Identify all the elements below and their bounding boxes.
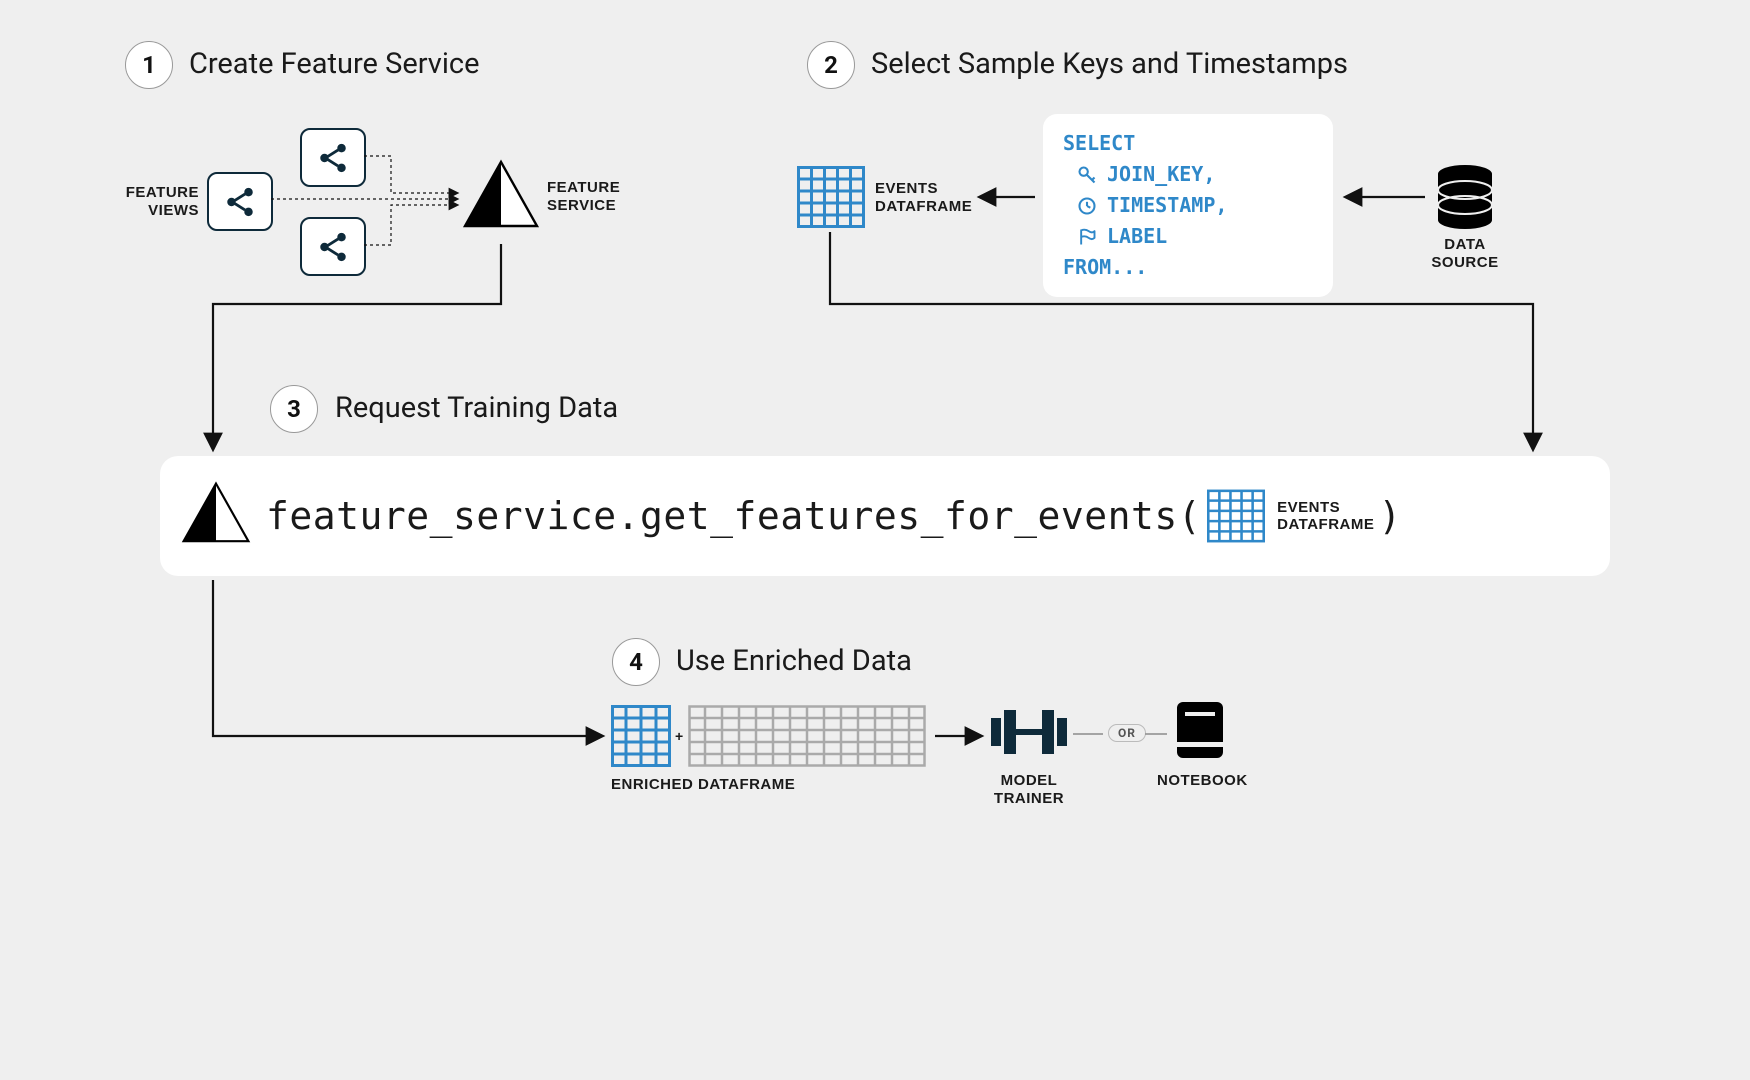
sql-from-line: FROM... <box>1063 252 1313 283</box>
step-1-number: 1 <box>142 51 156 79</box>
feature-view-box-top <box>300 128 366 187</box>
model-trainer-l2: TRAINER <box>994 790 1064 807</box>
events-dataframe-label-l1: EVENTS <box>875 180 938 197</box>
sql-timestamp: TIMESTAMP, <box>1107 190 1227 221</box>
feature-service-icon <box>180 480 252 552</box>
notebook-label: NOTEBOOK <box>1157 772 1248 790</box>
step-2-number: 2 <box>824 51 838 79</box>
sql-joinkey-line: JOIN_KEY, <box>1063 159 1313 190</box>
share-icon <box>316 230 350 264</box>
data-source-label-l1: DATA <box>1444 236 1485 253</box>
step-3-badge: 3 <box>270 385 318 433</box>
feature-service-label-l1: FEATURE <box>547 179 620 196</box>
flag-icon <box>1077 227 1097 247</box>
feature-views-label-l1: FEATURE <box>126 184 199 201</box>
code-call-box: feature_service.get_features_for_events(… <box>160 456 1610 576</box>
enriched-dataframe-grey-icon <box>688 705 926 767</box>
code-close-paren: ) <box>1378 494 1401 538</box>
notebook-icon <box>1173 700 1227 760</box>
enriched-dataframe-label: ENRICHED DATAFRAME <box>611 776 795 794</box>
sql-from: FROM... <box>1063 252 1147 283</box>
data-source-icon <box>1435 164 1495 230</box>
step-4-number: 4 <box>629 648 643 676</box>
feature-service-icon <box>461 158 541 238</box>
sql-join-key: JOIN_KEY, <box>1107 159 1215 190</box>
step-1-badge: 1 <box>125 41 173 89</box>
model-trainer-label: MODEL TRAINER <box>991 772 1067 808</box>
step-2-badge: 2 <box>807 41 855 89</box>
share-icon <box>223 185 257 219</box>
feature-views-label: FEATURE VIEWS <box>121 184 199 220</box>
data-source-label-l2: SOURCE <box>1431 254 1498 271</box>
step-4-title: Use Enriched Data <box>676 644 912 678</box>
enriched-dataframe-blue-icon <box>611 705 671 767</box>
feature-service-label-l2: SERVICE <box>547 197 616 214</box>
or-text: OR <box>1118 726 1136 740</box>
key-icon <box>1077 165 1097 185</box>
or-badge: OR <box>1108 724 1146 742</box>
code-call-text: feature_service.get_features_for_events( <box>266 494 1201 538</box>
feature-view-box-bottom <box>300 217 366 276</box>
step-1-title: Create Feature Service <box>189 47 479 81</box>
sql-label-line: LABEL <box>1063 221 1313 252</box>
events-df-inline-l2: DATAFRAME <box>1277 516 1374 533</box>
clock-icon <box>1077 196 1097 216</box>
sql-label: LABEL <box>1107 221 1167 252</box>
diagram-canvas: 1 Create Feature Service 2 Select Sample… <box>85 0 1665 975</box>
events-dataframe-label-l2: DATAFRAME <box>875 198 972 215</box>
events-dataframe-icon <box>1207 489 1265 543</box>
share-icon <box>316 141 350 175</box>
events-dataframe-inline-label: EVENTS DATAFRAME <box>1277 499 1374 534</box>
model-trainer-l1: MODEL <box>1001 772 1058 789</box>
feature-views-label-l2: VIEWS <box>148 202 199 219</box>
feature-service-label: FEATURE SERVICE <box>547 179 620 215</box>
events-df-inline-l1: EVENTS <box>1277 499 1340 516</box>
events-dataframe-icon <box>797 166 865 228</box>
sql-select-line: SELECT <box>1063 128 1313 159</box>
events-dataframe-label: EVENTS DATAFRAME <box>875 180 972 216</box>
step-3-title: Request Training Data <box>335 391 618 425</box>
model-trainer-icon <box>991 708 1067 756</box>
step-2-title: Select Sample Keys and Timestamps <box>871 47 1348 81</box>
step-3-number: 3 <box>287 395 301 423</box>
feature-view-box-left <box>207 172 273 231</box>
data-source-label: DATA SOURCE <box>1430 236 1500 272</box>
sql-timestamp-line: TIMESTAMP, <box>1063 190 1313 221</box>
sql-select: SELECT <box>1063 128 1135 159</box>
sql-query-box: SELECT JOIN_KEY, TIMESTAMP, LABEL FROM..… <box>1043 114 1333 297</box>
step-4-badge: 4 <box>612 638 660 686</box>
plus-symbol: + <box>675 728 684 745</box>
